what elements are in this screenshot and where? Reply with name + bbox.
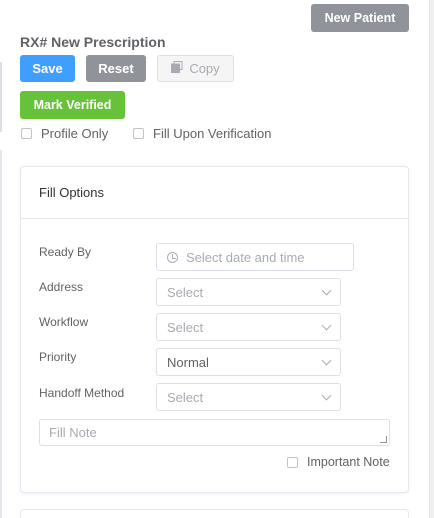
priority-value: Normal [167,354,209,370]
reset-button[interactable]: Reset [86,55,146,82]
address-placeholder: Select [167,284,204,300]
copy-button-label: Copy [189,61,220,76]
fill-note-textarea[interactable]: Fill Note [39,419,390,446]
copy-icon [171,61,183,76]
resize-handle-icon[interactable] [380,436,387,443]
fill-note-placeholder: Fill Note [49,425,97,440]
chevron-down-icon [321,355,332,366]
ready-by-placeholder: Select date and time [186,249,305,265]
chevron-down-icon [321,390,332,401]
priority-label: Priority [39,350,77,364]
left-panel-edge-lower [0,150,2,518]
important-note-checkbox[interactable]: Important Note [287,455,390,469]
important-note-label: Important Note [307,455,390,469]
mark-verified-button[interactable]: Mark Verified [20,91,125,119]
checkbox-box[interactable] [287,456,298,468]
handoff-method-label: Handoff Method [39,386,125,400]
fill-upon-verification-label: Fill Upon Verification [153,126,272,141]
scrollbar[interactable] [429,0,434,518]
profile-only-checkbox[interactable]: Profile Only [21,126,108,141]
fill-upon-verification-checkbox[interactable]: Fill Upon Verification [133,126,272,141]
priority-select[interactable]: Normal [156,348,341,376]
handoff-method-placeholder: Select [167,389,204,405]
checkbox-box[interactable] [133,128,144,139]
next-card [20,509,409,518]
copy-button[interactable]: Copy [157,55,234,82]
profile-only-label: Profile Only [41,126,109,141]
chevron-down-icon [321,285,332,296]
address-select[interactable]: Select [156,278,341,306]
clock-icon [167,251,178,263]
page-title: RX# New Prescription [20,34,166,50]
workflow-label: Workflow [39,315,89,329]
ready-by-label: Ready By [39,245,92,259]
address-label: Address [39,280,84,294]
workflow-placeholder: Select [167,319,204,335]
handoff-method-select[interactable]: Select [156,383,341,411]
save-button[interactable]: Save [20,55,75,82]
card-title: Fill Options [21,167,408,219]
left-panel-edge [0,62,2,132]
workflow-select[interactable]: Select [156,313,341,341]
chevron-down-icon [321,320,332,331]
new-patient-button[interactable]: New Patient [311,4,409,32]
checkbox-box[interactable] [21,128,32,139]
ready-by-datetime-picker[interactable]: Select date and time [156,243,354,271]
